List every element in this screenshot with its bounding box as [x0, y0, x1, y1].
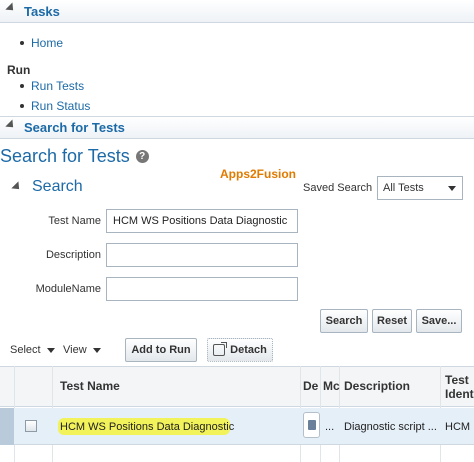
bullet-icon: [20, 84, 24, 88]
module-name-label: ModuleName: [35, 283, 101, 295]
search-subheader-label: Search: [32, 178, 83, 195]
task-link-home-label: Home: [31, 36, 64, 50]
save-button[interactable]: Save...: [416, 309, 462, 333]
column-header-test-ident-line1[interactable]: Test: [445, 373, 469, 387]
cell-test-name[interactable]: HCM WS Positions Data Diagnostic: [60, 421, 234, 433]
page-title-text: Search for Tests: [0, 146, 130, 166]
column-header-test-ident-line2[interactable]: Ident: [445, 387, 474, 401]
description-input[interactable]: [106, 243, 298, 267]
document-icon[interactable]: [303, 412, 320, 438]
select-menu-label: Select: [10, 344, 41, 356]
task-link-run-status[interactable]: Run Status: [20, 99, 90, 113]
view-menu-label: View: [63, 344, 87, 356]
bullet-icon: [20, 41, 24, 45]
task-link-run-tests[interactable]: Run Tests: [20, 79, 84, 93]
column-header-description[interactable]: Description: [344, 379, 410, 393]
column-header-mc[interactable]: Mc: [323, 379, 340, 393]
chevron-down-icon: [448, 185, 456, 191]
watermark-text: Apps2Fusion: [220, 167, 297, 181]
task-link-run-status-label: Run Status: [31, 99, 91, 113]
view-menu[interactable]: View: [63, 344, 101, 356]
collapse-icon[interactable]: [5, 119, 17, 131]
column-header-de[interactable]: De: [303, 379, 318, 393]
cell-test-ident: HCM: [445, 421, 471, 433]
collapse-icon[interactable]: [5, 2, 17, 14]
detach-button[interactable]: Detach: [207, 338, 273, 362]
description-label: Description: [45, 249, 101, 261]
test-name-label: Test Name: [48, 215, 101, 227]
search-panel-header[interactable]: Search for Tests: [0, 116, 474, 139]
test-name-input[interactable]: HCM WS Positions Data Diagnostic: [106, 209, 298, 233]
chevron-down-icon: [92, 347, 101, 353]
tasks-title: Tasks: [24, 3, 60, 19]
task-link-run-tests-label: Run Tests: [31, 79, 85, 93]
bullet-icon: [20, 104, 24, 108]
cell-description: Diagnostic script ...: [344, 421, 437, 433]
task-link-home[interactable]: Home: [20, 36, 63, 50]
page-title: Search for Tests ?: [0, 146, 149, 167]
column-header-test-name[interactable]: Test Name: [60, 379, 120, 393]
select-menu[interactable]: Select: [10, 344, 55, 356]
collapse-icon[interactable]: [11, 181, 23, 193]
row-selector[interactable]: [0, 408, 14, 445]
search-panel-header-title: Search for Tests: [24, 120, 125, 135]
detach-button-label: Detach: [230, 344, 267, 356]
module-name-input[interactable]: [106, 277, 298, 301]
add-to-run-button[interactable]: Add to Run: [125, 338, 197, 362]
search-subheader[interactable]: Search: [11, 178, 83, 196]
cell-mc: ...: [325, 421, 335, 433]
row-checkbox[interactable]: [25, 420, 37, 432]
search-button[interactable]: Search: [320, 309, 368, 333]
saved-search-value: All Tests: [383, 182, 424, 194]
test-name-input-value: HCM WS Positions Data Diagnostic: [113, 215, 288, 227]
run-group-label: Run: [7, 63, 31, 77]
chevron-down-icon: [46, 347, 55, 353]
tasks-panel-header[interactable]: Tasks: [0, 0, 474, 23]
saved-search-label: Saved Search: [303, 182, 373, 194]
detach-icon: [213, 342, 228, 356]
help-icon[interactable]: ?: [135, 150, 149, 163]
reset-button[interactable]: Reset: [372, 309, 412, 333]
saved-search-select[interactable]: All Tests: [377, 176, 463, 200]
